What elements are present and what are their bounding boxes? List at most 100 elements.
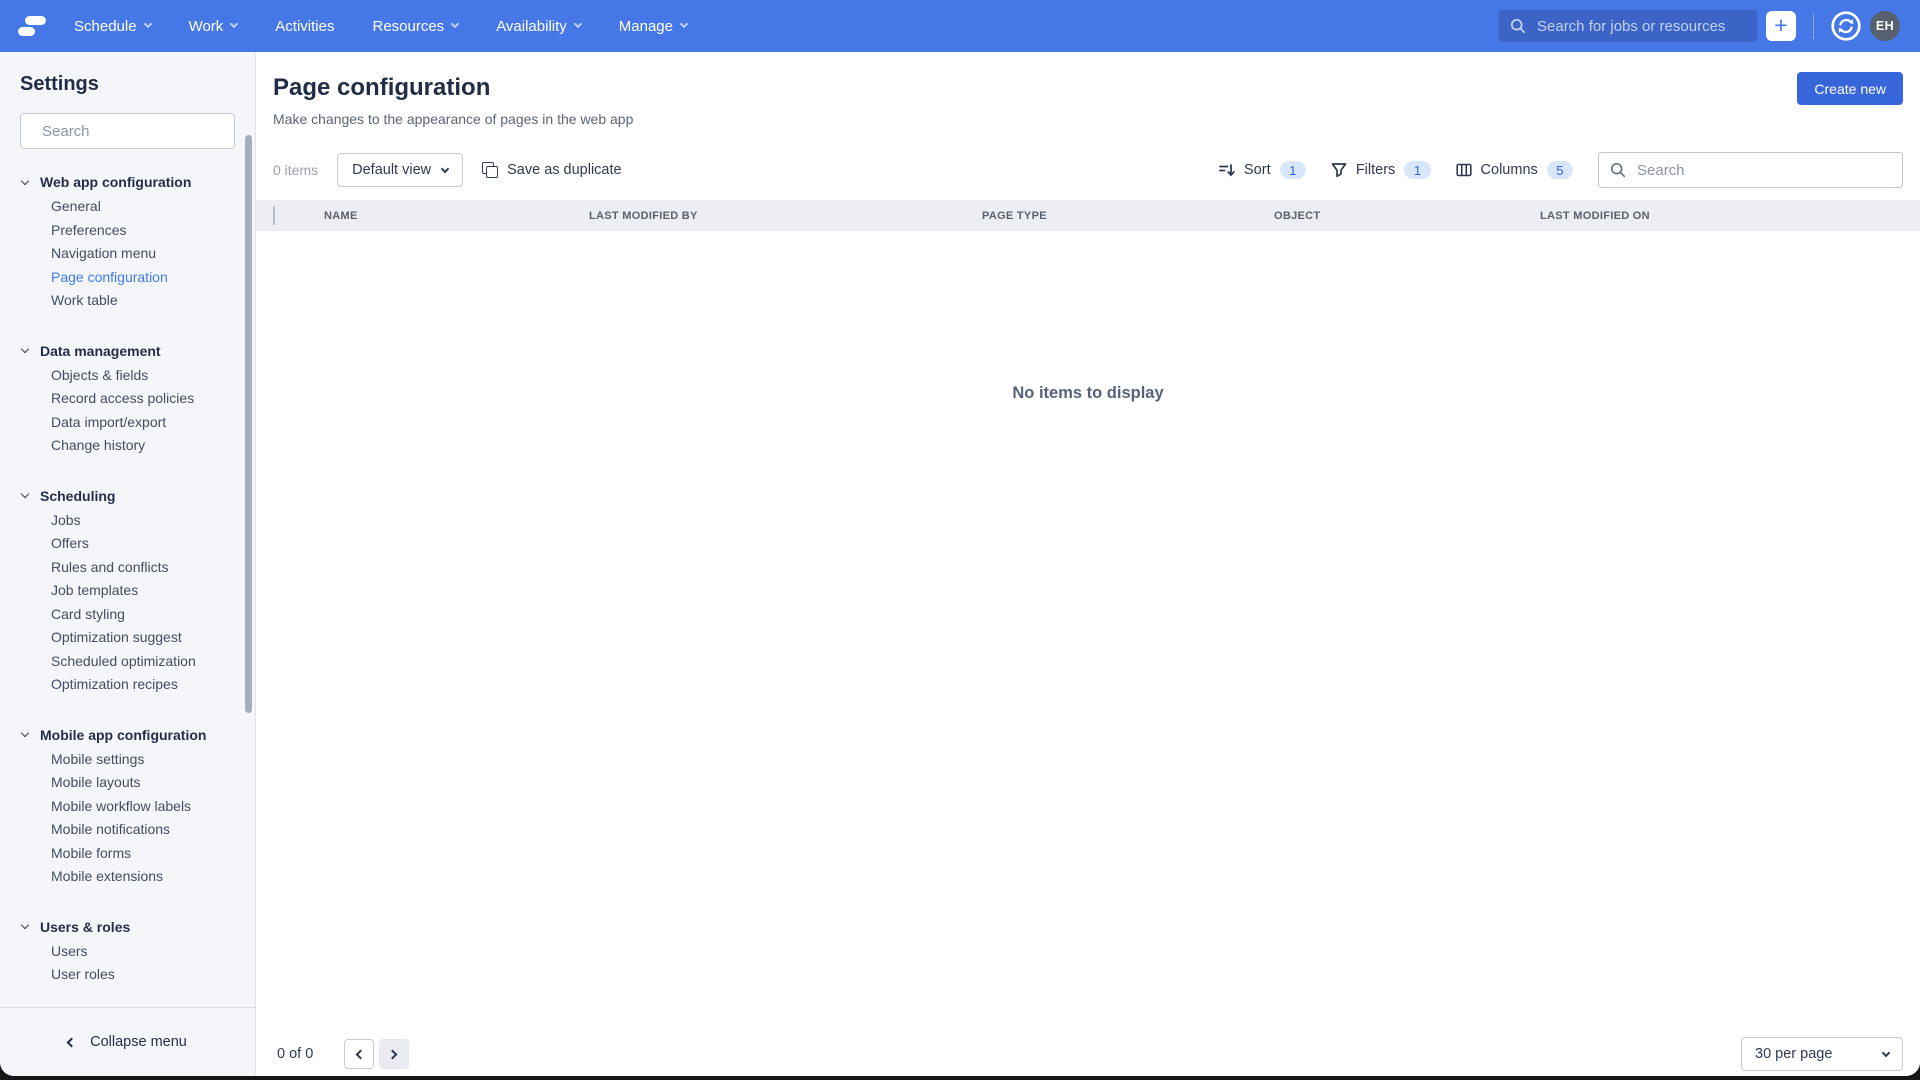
section-web-app-configuration: Web app configuration General Preference… <box>20 174 235 313</box>
sidebar-item-optimization-suggest[interactable]: Optimization suggest <box>51 626 235 650</box>
select-all-checkbox[interactable] <box>273 206 275 225</box>
main-content: Page configuration Make changes to the a… <box>256 52 1920 1076</box>
nav-item-schedule[interactable]: Schedule <box>74 18 151 35</box>
global-create-button[interactable]: + <box>1766 11 1796 41</box>
sidebar-item-preferences[interactable]: Preferences <box>51 219 235 243</box>
sidebar-item-general[interactable]: General <box>51 195 235 219</box>
skedulo-logo-icon <box>18 16 48 36</box>
section-data-management: Data management Objects & fields Record … <box>20 343 235 458</box>
chevron-down-icon <box>143 20 151 28</box>
column-header-last-modified-on: LAST MODIFIED ON <box>1540 210 1903 222</box>
plus-icon: + <box>1774 12 1787 38</box>
create-new-button[interactable]: Create new <box>1797 72 1903 105</box>
settings-search-input[interactable] <box>40 122 243 141</box>
sidebar-item-record-access-policies[interactable]: Record access policies <box>51 387 235 411</box>
sidebar-item-work-table[interactable]: Work table <box>51 289 235 313</box>
nav-item-work[interactable]: Work <box>189 18 238 35</box>
page-header: Page configuration Make changes to the a… <box>256 52 1920 127</box>
section-mobile-app-configuration: Mobile app configuration Mobile settings… <box>20 727 235 889</box>
sidebar-item-card-styling[interactable]: Card styling <box>51 603 235 627</box>
nav-item-activities[interactable]: Activities <box>275 18 334 35</box>
sidebar-item-optimization-recipes[interactable]: Optimization recipes <box>51 673 235 697</box>
sidebar-item-mobile-notifications[interactable]: Mobile notifications <box>51 818 235 842</box>
top-nav: Schedule Work Activities Resources Avail… <box>0 0 1920 52</box>
column-header-last-modified-by: LAST MODIFIED BY <box>589 210 982 222</box>
filter-icon <box>1331 162 1347 178</box>
chevron-down-icon <box>680 20 688 28</box>
sort-icon <box>1219 162 1235 178</box>
help-icon[interactable] <box>1831 11 1861 41</box>
chevron-down-icon <box>21 729 29 737</box>
per-page-select[interactable]: 30 per page <box>1741 1037 1903 1071</box>
filters-button[interactable]: Filters 1 <box>1331 161 1431 179</box>
settings-sidebar: Settings Web app configuration General P… <box>0 52 256 1007</box>
sidebar-item-change-history[interactable]: Change history <box>51 434 235 458</box>
column-header-object: OBJECT <box>1274 210 1540 222</box>
nav-item-resources[interactable]: Resources <box>372 18 458 35</box>
section-header-mobile-app-configuration[interactable]: Mobile app configuration <box>20 727 235 743</box>
sidebar-item-mobile-forms[interactable]: Mobile forms <box>51 842 235 866</box>
table-footer: 0 of 0 30 per page <box>256 1032 1920 1076</box>
sidebar-item-user-roles[interactable]: User roles <box>51 963 235 987</box>
toolbar-left-group: 0 items Default view Save as duplicate <box>273 153 622 187</box>
sidebar-title: Settings <box>20 73 235 96</box>
sidebar-item-page-configuration[interactable]: Page configuration <box>51 266 235 290</box>
section-header-users-roles[interactable]: Users & roles <box>20 919 235 935</box>
sort-count-badge: 1 <box>1280 161 1306 179</box>
table-header-row: NAME LAST MODIFIED BY PAGE TYPE OBJECT L… <box>256 200 1920 231</box>
items-count: 0 items <box>273 162 318 178</box>
table-search <box>1598 152 1903 188</box>
search-icon <box>1610 162 1626 178</box>
chevron-left-icon <box>356 1049 366 1059</box>
sidebar-item-mobile-settings[interactable]: Mobile settings <box>51 748 235 772</box>
chevron-down-icon <box>574 20 582 28</box>
global-search <box>1499 10 1757 42</box>
collapse-menu-button[interactable]: Collapse menu <box>0 1007 256 1076</box>
column-header-name: NAME <box>324 210 589 222</box>
section-header-scheduling[interactable]: Scheduling <box>20 488 235 504</box>
nav-divider <box>1813 13 1814 39</box>
toolbar-right-group: Sort 1 Filters 1 Columns 5 <box>1219 152 1903 188</box>
sidebar-item-jobs[interactable]: Jobs <box>51 509 235 533</box>
columns-icon <box>1456 162 1472 178</box>
app-window: Schedule Work Activities Resources Avail… <box>0 0 1920 1076</box>
section-header-web-app-configuration[interactable]: Web app configuration <box>20 174 235 190</box>
save-as-duplicate-button[interactable]: Save as duplicate <box>482 162 621 178</box>
avatar[interactable]: EH <box>1870 11 1900 41</box>
nav-item-availability[interactable]: Availability <box>496 18 581 35</box>
sidebar-item-mobile-layouts[interactable]: Mobile layouts <box>51 771 235 795</box>
duplicate-icon <box>482 162 498 178</box>
sidebar-item-objects-fields[interactable]: Objects & fields <box>51 364 235 388</box>
columns-count-badge: 5 <box>1547 161 1573 179</box>
view-selector[interactable]: Default view <box>337 153 463 187</box>
chevron-down-icon <box>451 20 459 28</box>
sidebar-item-data-import-export[interactable]: Data import/export <box>51 411 235 435</box>
pagination-range: 0 of 0 <box>277 1046 313 1062</box>
sidebar-item-offers[interactable]: Offers <box>51 532 235 556</box>
sort-button[interactable]: Sort 1 <box>1219 161 1306 179</box>
main-menu: Schedule Work Activities Resources Avail… <box>74 18 687 35</box>
sidebar-item-users[interactable]: Users <box>51 940 235 964</box>
sidebar-scrollbar[interactable] <box>245 135 252 713</box>
previous-page-button[interactable] <box>344 1039 374 1069</box>
nav-item-manage[interactable]: Manage <box>619 18 687 35</box>
chevron-down-icon <box>21 490 29 498</box>
sidebar-item-rules-and-conflicts[interactable]: Rules and conflicts <box>51 556 235 580</box>
section-header-data-management[interactable]: Data management <box>20 343 235 359</box>
page-title: Page configuration <box>273 74 1903 102</box>
sidebar-item-job-templates[interactable]: Job templates <box>51 579 235 603</box>
table-search-input[interactable] <box>1635 161 1891 180</box>
sidebar-item-scheduled-optimization[interactable]: Scheduled optimization <box>51 650 235 674</box>
columns-button[interactable]: Columns 5 <box>1456 161 1573 179</box>
global-search-input[interactable] <box>1535 17 1746 36</box>
table-toolbar: 0 items Default view Save as duplicate S… <box>273 152 1903 188</box>
chevron-down-icon <box>21 176 29 184</box>
section-scheduling: Scheduling Jobs Offers Rules and conflic… <box>20 488 235 697</box>
next-page-button[interactable] <box>379 1039 409 1069</box>
sidebar-item-mobile-extensions[interactable]: Mobile extensions <box>51 865 235 889</box>
page-subtitle: Make changes to the appearance of pages … <box>273 111 1903 127</box>
sidebar-item-mobile-workflow-labels[interactable]: Mobile workflow labels <box>51 795 235 819</box>
sidebar-item-navigation-menu[interactable]: Navigation menu <box>51 242 235 266</box>
filters-count-badge: 1 <box>1404 161 1430 179</box>
empty-state-message: No items to display <box>256 384 1920 403</box>
